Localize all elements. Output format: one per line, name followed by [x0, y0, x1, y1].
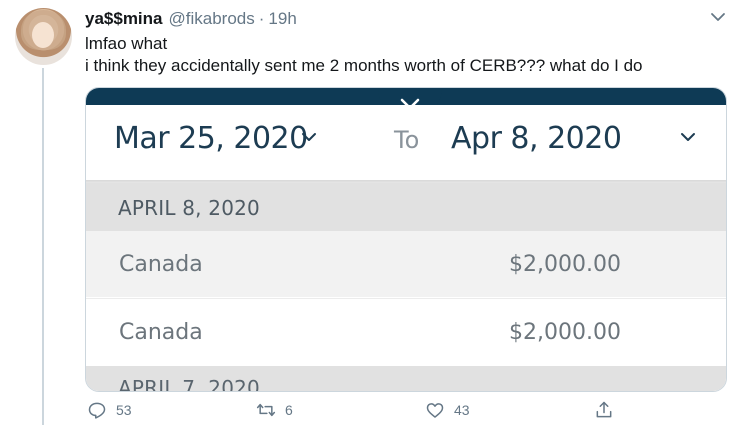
- row-country: Canada: [119, 252, 203, 277]
- tweet-time[interactable]: 19h: [268, 9, 296, 29]
- to-label: To: [394, 126, 420, 154]
- reply-icon: [88, 402, 106, 419]
- tweet-text: lmfao what i think they accidentally sen…: [85, 33, 643, 77]
- row-country: Canada: [119, 320, 203, 345]
- row-amount: $2,000.00: [509, 252, 621, 277]
- user-handle[interactable]: @fikabrods: [169, 9, 255, 29]
- tweet-media-image[interactable]: Mar 25, 2020 To Apr 8, 2020 APRIL 8, 202…: [85, 87, 727, 392]
- like-icon: [426, 403, 444, 418]
- from-date: Mar 25, 2020: [114, 121, 308, 156]
- chevron-down-icon: [302, 133, 316, 141]
- thread-line: [42, 68, 44, 425]
- table-row: Canada $2,000.00: [86, 231, 726, 297]
- tweet-actions: 53 6 43: [0, 400, 744, 425]
- section-header: APRIL 7, 2020: [86, 366, 726, 392]
- retweet-count: 6: [285, 402, 293, 418]
- reply-count: 53: [116, 402, 132, 418]
- caret-down-icon[interactable]: [709, 8, 727, 26]
- retweet-button[interactable]: 6: [256, 400, 293, 420]
- section-date: APRIL 7, 2020: [118, 376, 260, 392]
- section-header: APRIL 8, 2020: [86, 183, 726, 231]
- table-row: Canada $2,000.00: [86, 298, 726, 364]
- to-date: Apr 8, 2020: [451, 121, 622, 156]
- share-icon: [596, 401, 612, 418]
- tweet-text-line-2: i think they accidentally sent me 2 mont…: [85, 56, 643, 75]
- tweet-text-line-1: lmfao what: [85, 34, 168, 53]
- like-count: 43: [454, 402, 470, 418]
- tweet-header: ya$$mina @fikabrods · 19h: [85, 9, 297, 29]
- avatar[interactable]: [15, 8, 72, 65]
- like-button[interactable]: 43: [425, 400, 470, 420]
- reply-button[interactable]: 53: [87, 400, 132, 420]
- separator-dot: ·: [258, 9, 265, 28]
- retweet-icon: [256, 403, 276, 417]
- section-date: APRIL 8, 2020: [118, 196, 260, 220]
- row-amount: $2,000.00: [509, 320, 621, 345]
- display-name[interactable]: ya$$mina: [85, 9, 163, 29]
- share-button[interactable]: [594, 400, 614, 420]
- avatar-face: [32, 22, 54, 48]
- chevron-down-icon: [681, 133, 695, 141]
